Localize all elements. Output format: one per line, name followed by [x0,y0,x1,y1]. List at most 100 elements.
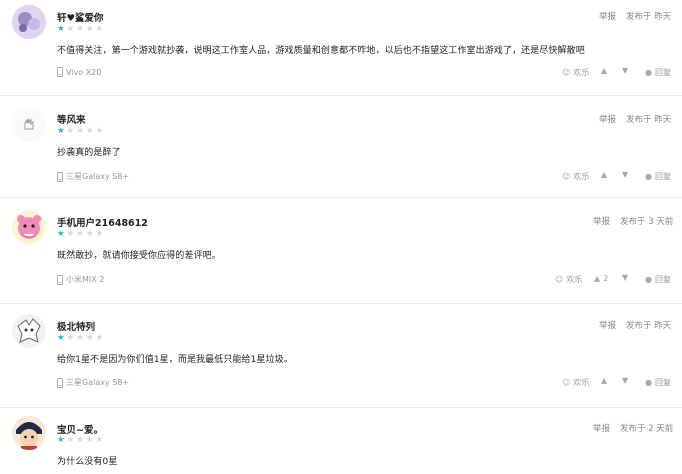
post-time: 发布于 昨天 [626,12,672,22]
reply-button[interactable]: ● 回复 [645,67,671,78]
reply-label: 回复 [654,275,671,284]
user-avatar[interactable] [12,210,46,244]
star-empty-icon: ★ [95,126,104,136]
report-button[interactable]: 举报 [599,113,616,125]
star-filled-icon: ★ [57,435,65,445]
report-button[interactable]: 举报 [599,10,616,22]
happy-button[interactable]: ☺ 欢乐 [562,377,589,388]
thumb-down-icon: ▼ [622,170,629,179]
thumb-down-icon: ▼ [622,273,629,282]
downvote-button[interactable]: ▼ [622,171,628,179]
phone-icon [57,274,63,285]
avatar-image [12,416,46,450]
comment-icon: ● [645,171,652,181]
smile-icon: ☺ [562,171,571,181]
username[interactable]: 手机用户21648612 [57,215,148,229]
star-empty-icon: ★ [76,24,84,34]
comment-icon: ● [645,67,652,77]
post-time: 发布于 昨天 [626,115,672,125]
review-content: 既然敢抄，就请你接受你应得的差评吧。 [57,251,221,261]
star-filled-icon: ★ [57,333,65,343]
comment-icon: ● [645,377,652,387]
happy-label: 欢乐 [573,172,590,181]
device-name: 三星Galaxy S8+ [66,378,130,387]
upvote-button[interactable]: ▲ [601,67,607,75]
happy-button[interactable]: ☺ 欢乐 [562,171,589,182]
phone-icon [57,171,63,182]
star-empty-icon: ★ [95,333,104,343]
star-empty-icon: ★ [76,333,84,343]
star-empty-icon: ★ [85,333,94,343]
thumb-down-icon: ▼ [622,376,629,385]
smile-icon: ☺ [562,377,571,387]
thumb-up-icon: ▲ [601,376,608,385]
thumb-up-icon: ▲ [594,273,601,283]
device-info: Vivo X20 [57,67,101,77]
happy-button[interactable]: ☺ 欢乐 [555,274,582,285]
star-rating: ★ ★ ★ ★ ★ [57,436,103,445]
phone-icon [57,67,63,77]
reply-label: 回复 [654,378,671,387]
star-filled-icon: ★ [57,229,65,239]
report-button[interactable]: 举报 [599,319,616,331]
user-avatar[interactable] [12,108,46,142]
upvote-count: 2 [603,274,609,283]
device-info: 三星Galaxy S8+ [57,171,129,182]
avatar-image [12,314,46,348]
report-button[interactable]: 举报 [593,422,610,434]
upvote-button[interactable]: ▲ [601,377,607,385]
star-empty-icon: ★ [85,435,94,445]
review-item: 轩♥鲨爱你 ★ ★ ★ ★ ★ 举报 发布于 昨天 不值得关注，第一个游戏就抄袭… [0,0,682,95]
username[interactable]: 轩♥鲨爱你 [57,10,104,24]
report-button[interactable]: 举报 [593,215,610,227]
user-avatar[interactable] [12,416,46,450]
avatar-image [12,5,46,39]
downvote-button[interactable]: ▼ [622,377,628,385]
reply-label: 回复 [654,172,671,181]
username[interactable]: 极北特列 [57,319,95,333]
user-avatar[interactable] [12,5,46,39]
star-filled-icon: ★ [57,126,65,136]
review-item: 极北特列 ★ ★ ★ ★ ★ 举报 发布于 昨天 给你1星不是因为你们值1星，而… [0,304,682,406]
post-time: 发布于 2 天前 [620,424,674,434]
star-rating: ★ ★ ★ ★ ★ [57,334,103,343]
happy-label: 欢乐 [566,275,583,284]
star-empty-icon: ★ [76,126,84,136]
avatar-image [12,108,46,142]
happy-label: 欢乐 [573,378,590,387]
device-info: 三星Galaxy S8+ [57,377,129,388]
device-info: 小米MIX 2 [57,274,104,285]
phone-icon [57,377,63,388]
downvote-button[interactable]: ▼ [622,67,628,75]
star-empty-icon: ★ [66,24,75,34]
username[interactable]: 等风来 [57,112,86,126]
star-empty-icon: ★ [85,229,94,239]
review-content: 为什么没有0星 [57,457,118,467]
star-empty-icon: ★ [76,229,84,239]
reply-button[interactable]: ● 回复 [645,171,671,182]
star-empty-icon: ★ [66,333,75,343]
star-rating: ★ ★ ★ ★ ★ [57,25,103,34]
upvote-button[interactable]: ▲ [601,171,607,179]
reply-button[interactable]: ● 回复 [645,274,671,285]
review-item: 手机用户21648612 ★ ★ ★ ★ ★ 举报 发布于 3 天前 既然敢抄，… [0,198,682,302]
star-empty-icon: ★ [66,229,75,239]
star-rating: ★ ★ ★ ★ ★ [57,127,103,136]
user-avatar[interactable] [12,314,46,348]
device-name: Vivo X20 [66,67,102,77]
thumb-up-icon: ▲ [601,66,608,75]
star-empty-icon: ★ [66,126,75,136]
username[interactable]: 宝贝~爱。 [57,422,103,436]
happy-label: 欢乐 [573,68,590,77]
post-time: 发布于 昨天 [626,321,672,331]
star-empty-icon: ★ [85,24,94,34]
review-content: 给你1星不是因为你们值1星，而是我最低只能给1星垃圾。 [57,355,293,365]
downvote-button[interactable]: ▼ [622,274,628,282]
reply-label: 回复 [654,68,671,77]
star-empty-icon: ★ [85,126,94,136]
reply-button[interactable]: ● 回复 [645,377,671,388]
upvote-button[interactable]: ▲ 2 [594,274,608,283]
smile-icon: ☺ [555,274,564,284]
happy-button[interactable]: ☺ 欢乐 [562,67,589,78]
review-item: 等风来 ★ ★ ★ ★ ★ 举报 发布于 昨天 抄袭真的是醉了 三星Galaxy… [0,96,682,196]
